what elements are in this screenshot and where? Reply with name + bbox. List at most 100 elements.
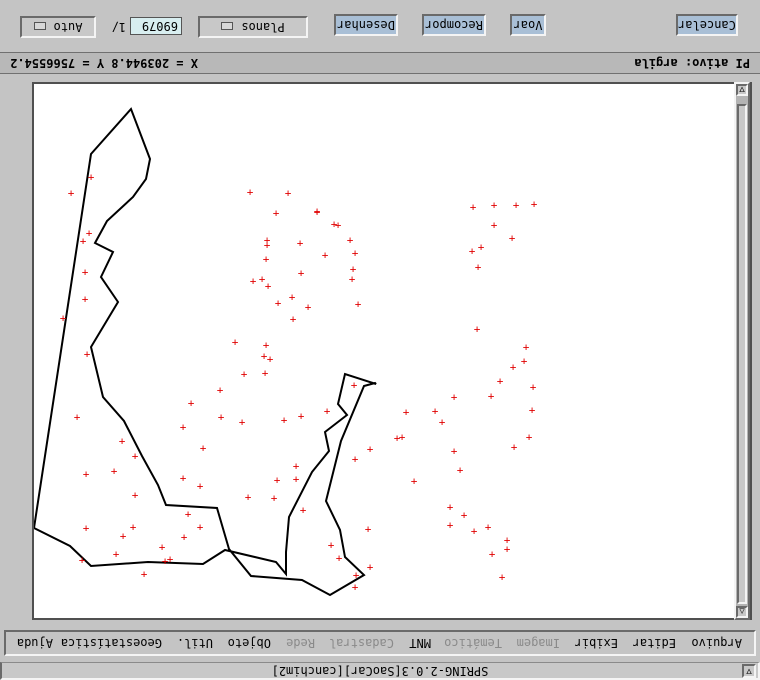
menu-tematico[interactable]: Temático: [444, 633, 502, 653]
sample-point: +: [446, 519, 453, 532]
sample-point: +: [330, 218, 337, 231]
sample-point: +: [510, 441, 517, 454]
sample-point: +: [296, 237, 303, 250]
sample-point: +: [530, 198, 537, 211]
fly-button[interactable]: Voar: [510, 14, 546, 36]
scroll-down-arrow[interactable]: ▽: [736, 84, 748, 96]
sample-point: +: [73, 411, 80, 424]
sample-point: +: [490, 199, 497, 212]
sample-point: +: [263, 239, 270, 252]
sample-point: +: [131, 450, 138, 463]
spring-app-window: SPRING-2.0.3[SaoCar][canchim2] ▽ Arquivo…: [0, 0, 760, 680]
active-pi-label: PI ativo: argila: [634, 56, 750, 70]
sample-point: +: [477, 241, 484, 254]
sample-point: +: [473, 323, 480, 336]
dropdown-indicator-icon: [221, 22, 234, 31]
planes-dropdown[interactable]: Planos: [198, 16, 308, 38]
sample-point: +: [161, 555, 168, 568]
sample-point: +: [238, 416, 245, 429]
auto-dropdown[interactable]: Auto: [20, 16, 96, 38]
menu-cadastral[interactable]: Cadastral: [329, 633, 394, 653]
map-canvas[interactable]: + + + + + + + + + + + + + + + + + + + + + + + + + + + + + + + + + + + + + + + +…: [32, 82, 752, 620]
sample-point: +: [292, 473, 299, 486]
sample-point: +: [81, 293, 88, 306]
recompose-button[interactable]: Recompor: [422, 14, 486, 36]
planes-label: Planos: [241, 20, 285, 34]
sample-point: +: [351, 247, 358, 260]
sample-point: +: [456, 464, 463, 477]
sample-point: +: [335, 552, 342, 565]
sample-point: +: [292, 460, 299, 473]
sample-point: +: [273, 474, 280, 487]
sample-point: +: [260, 350, 267, 363]
scroll-up-arrow[interactable]: △: [736, 606, 748, 618]
sample-point: +: [118, 435, 125, 448]
sample-point: +: [460, 509, 467, 522]
sample-point: +: [522, 341, 529, 354]
sample-point: +: [366, 443, 373, 456]
sample-point: +: [366, 561, 373, 574]
scroll-thumb[interactable]: [737, 104, 747, 604]
sample-point: +: [82, 468, 89, 481]
sample-point: +: [179, 472, 186, 485]
sample-point: +: [140, 568, 147, 581]
sample-point: +: [87, 171, 94, 184]
sample-point: +: [288, 291, 295, 304]
window-title: SPRING-2.0.3[SaoCar][canchim2]: [271, 664, 489, 678]
sample-point: +: [299, 504, 306, 517]
cursor-coordinates: X = 203944.8 Y = 7566554.2: [10, 56, 198, 70]
sample-point: +: [351, 453, 358, 466]
scale-input[interactable]: 69079: [130, 17, 182, 35]
sample-point: +: [284, 187, 291, 200]
sample-point: +: [216, 384, 223, 397]
menu-rede[interactable]: Rede: [286, 633, 315, 653]
sample-point: +: [246, 186, 253, 199]
sample-point: +: [402, 406, 409, 419]
sample-point: +: [450, 391, 457, 404]
sample-point: +: [490, 219, 497, 232]
sample-point: +: [529, 381, 536, 394]
sample-point: +: [348, 273, 355, 286]
map-drawing: ++++++++++++++++++++++++++++++ +++++++ +++…: [34, 107, 537, 597]
menu-exibir[interactable]: Exibir: [575, 633, 618, 653]
sample-point: +: [297, 410, 304, 423]
sample-point: +: [264, 280, 271, 293]
menu-util[interactable]: Util.: [177, 633, 213, 653]
sample-point: +: [196, 480, 203, 493]
sample-point: +: [297, 267, 304, 280]
menu-geoestatistica[interactable]: Geoestatística: [61, 633, 162, 653]
sample-point: +: [468, 245, 475, 258]
menu-arquivo[interactable]: Arquivo: [691, 633, 742, 653]
sample-point: +: [438, 416, 445, 429]
sample-point: +: [313, 206, 320, 219]
sample-point: +: [272, 207, 279, 220]
sample-point: +: [474, 261, 481, 274]
sample-point: +: [351, 581, 358, 594]
sample-point: +: [509, 361, 516, 374]
cancel-button[interactable]: Cancelar: [676, 14, 738, 36]
sample-point: +: [129, 521, 136, 534]
sample-point: +: [110, 465, 117, 478]
sample-point: +: [512, 199, 519, 212]
menu-imagem[interactable]: Imagem: [517, 633, 560, 653]
menu-editar[interactable]: Editar: [633, 633, 676, 653]
sample-point: +: [79, 235, 86, 248]
sample-point: +: [470, 525, 477, 538]
sample-point: +: [520, 355, 527, 368]
window-menu-button[interactable]: ▽: [742, 664, 756, 678]
sample-point: +: [112, 548, 119, 561]
sample-point: +: [59, 312, 66, 325]
sample-point: +: [196, 521, 203, 534]
scale-prefix: 1/: [111, 20, 126, 34]
menu-ajuda[interactable]: Ajuda: [17, 633, 53, 653]
menu-mnt[interactable]: MNT: [409, 633, 431, 653]
sample-point: +: [187, 397, 194, 410]
sample-point: +: [304, 301, 311, 314]
sample-point: +: [488, 548, 495, 561]
sample-point: +: [81, 266, 88, 279]
draw-button[interactable]: Desenhar: [334, 14, 398, 36]
sample-point: +: [274, 297, 281, 310]
menu-objeto[interactable]: Objeto: [228, 633, 271, 653]
sample-point: +: [240, 368, 247, 381]
sample-point: +: [82, 522, 89, 535]
